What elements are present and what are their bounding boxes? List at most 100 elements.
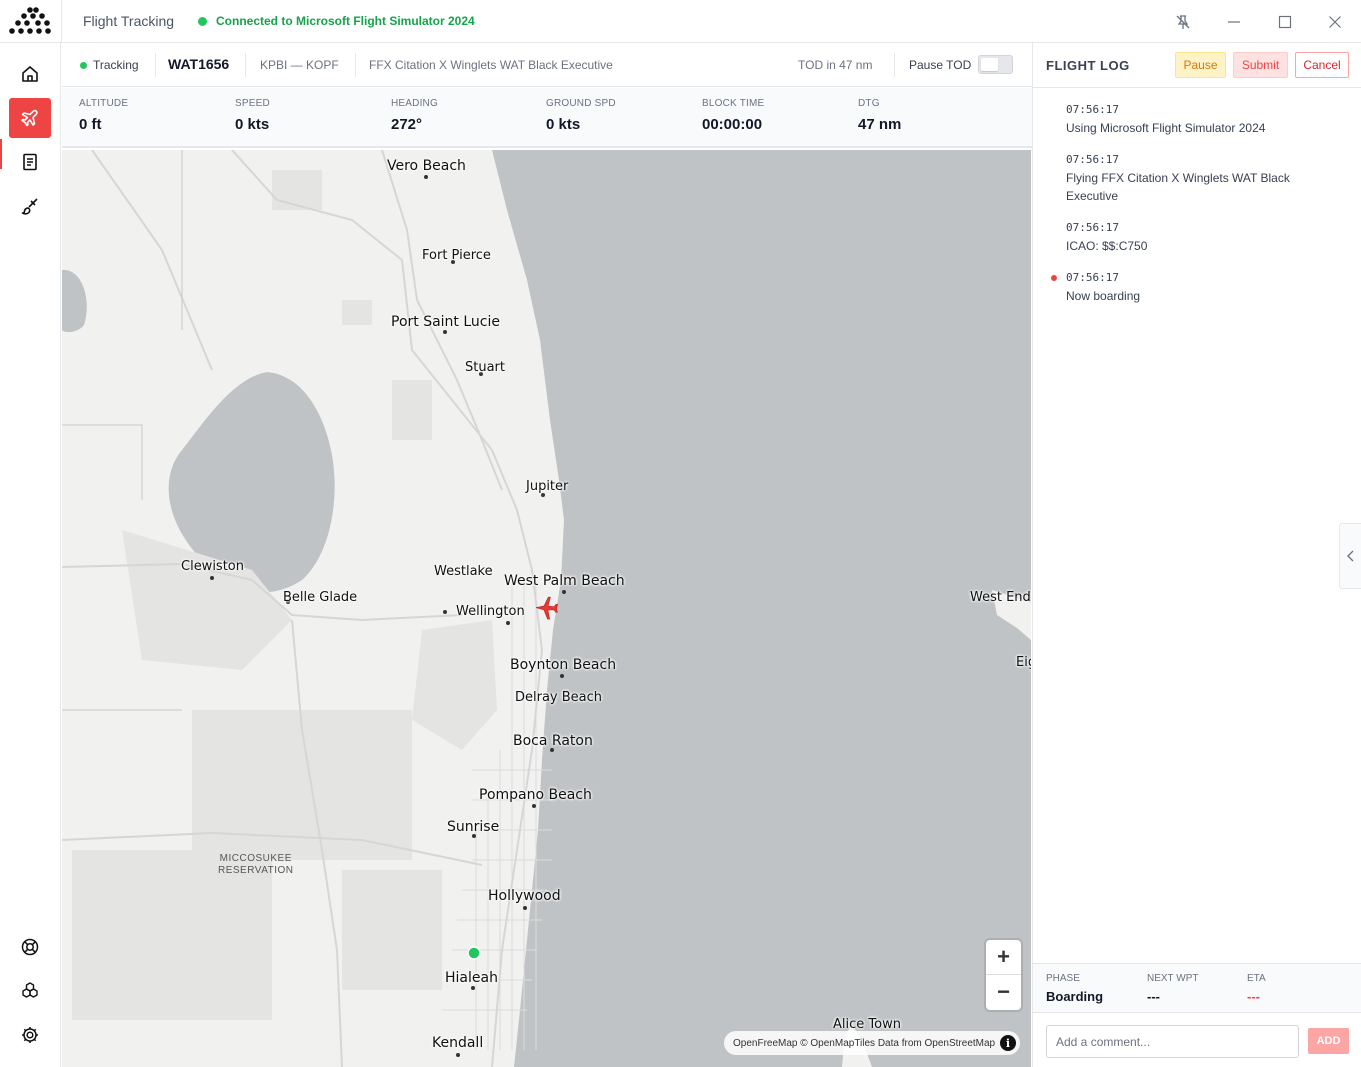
cancel-button[interactable]: Cancel — [1295, 52, 1349, 78]
stat-ground-speed: GROUND SPD 0 kts — [546, 98, 616, 133]
stat-altitude: ALTITUDE 0 ft — [79, 98, 128, 133]
phase-status: PHASE Boarding — [1046, 973, 1103, 1004]
map-label-miccosukee-reservation: MICCOSUKEE RESERVATION — [218, 853, 294, 877]
flight-stats: ALTITUDE 0 ft SPEED 0 kts HEADING 272° G… — [62, 88, 1032, 148]
log-entry: 07:56:17 ICAO: $$:C750 — [1066, 221, 1326, 255]
maximize-icon — [1278, 15, 1292, 28]
map-label-line: RESERVATION — [218, 865, 294, 876]
log-time: 07:56:17 — [1066, 271, 1119, 284]
map-label-west-end: West End — [970, 590, 1031, 605]
info-icon[interactable]: i — [1000, 1035, 1016, 1051]
collapse-panel-button[interactable] — [1339, 523, 1361, 589]
maximize-button[interactable] — [1262, 0, 1308, 43]
stat-label: BLOCK TIME — [702, 98, 765, 109]
map-label-hollywood: Hollywood — [488, 888, 561, 904]
stat-label: ALTITUDE — [79, 98, 129, 109]
title-bar: Flight Tracking Connected to Microsoft F… — [0, 0, 1361, 43]
log-message: Now boarding — [1066, 289, 1141, 303]
cubes-icon — [22, 982, 38, 998]
submit-button[interactable]: Submit — [1233, 52, 1288, 78]
pause-button[interactable]: Pause — [1175, 52, 1226, 78]
minimize-button[interactable] — [1211, 0, 1257, 43]
stat-label: DTG — [858, 98, 880, 109]
gear-icon — [22, 1027, 38, 1043]
map-label-vero-beach: Vero Beach — [387, 158, 466, 174]
stat-block-time: BLOCK TIME 00:00:00 — [702, 98, 764, 133]
log-time: 07:56:17 — [1066, 221, 1119, 234]
map-label-clewiston: Clewiston — [181, 559, 244, 574]
map-label-boynton-beach: Boynton Beach — [510, 657, 617, 673]
zoom-in-button[interactable]: + — [986, 940, 1021, 974]
eta: ETA --- — [1247, 973, 1266, 1004]
log-message: Using Microsoft Flight Simulator 2024 — [1066, 121, 1266, 135]
home-icon — [22, 66, 38, 82]
close-button[interactable] — [1312, 0, 1358, 43]
log-entry: 07:56:17 Flying FFX Citation X Winglets … — [1066, 153, 1326, 205]
toggle-knob — [981, 58, 998, 71]
map-label-hialeah: Hialeah — [445, 970, 498, 986]
log-time: 07:56:17 — [1066, 103, 1119, 116]
stat-label: HEADING — [391, 98, 438, 109]
app-title: Flight Tracking — [83, 13, 175, 29]
map-label-jupiter: Jupiter — [526, 479, 569, 494]
book-icon — [23, 153, 37, 171]
plane-icon — [21, 109, 38, 127]
callsign: WAT1656 — [168, 56, 230, 72]
log-time: 07:56:17 — [1066, 153, 1119, 166]
map-label-pompano-beach: Pompano Beach — [479, 787, 592, 803]
pause-tod-label: Pause TOD — [909, 58, 972, 72]
sidebar-item-settings[interactable] — [9, 1015, 51, 1055]
pause-tod-toggle[interactable] — [978, 55, 1013, 74]
next-waypoint: NEXT WPT --- — [1147, 973, 1198, 1004]
log-entry: 07:56:17 Using Microsoft Flight Simulato… — [1066, 103, 1326, 137]
current-entry-dot-icon — [1051, 275, 1057, 281]
sidebar-item-addons[interactable] — [9, 971, 51, 1011]
map-label-line: MICCOSUKEE — [219, 853, 292, 864]
flight-info-bar: Tracking WAT1656 KPBI — KOPF FFX Citatio… — [62, 43, 1032, 87]
sidebar-item-flight-tracking[interactable] — [9, 98, 51, 138]
sidebar-item-home[interactable] — [9, 54, 51, 94]
stat-value: 00:00:00 — [702, 116, 763, 133]
lifebuoy-icon — [21, 938, 39, 956]
map-label-stuart: Stuart — [465, 360, 505, 375]
tod-distance: TOD in 47 nm — [798, 58, 873, 72]
pin-off-button[interactable] — [1160, 0, 1206, 43]
stat-heading: HEADING 272° — [391, 98, 438, 133]
map-attribution: OpenFreeMap © OpenMapTiles Data from Ope… — [724, 1031, 1020, 1055]
divider — [355, 53, 356, 77]
flight-map[interactable]: Vero Beach Fort Pierce Port Saint Lucie … — [62, 150, 1031, 1067]
map-label-eight-mile-rock: Eig — [1016, 655, 1031, 670]
divider — [155, 53, 156, 77]
sidebar-item-logbook[interactable] — [9, 142, 51, 182]
map-label-fort-pierce: Fort Pierce — [422, 248, 491, 263]
connection-status-text: Connected to Microsoft Flight Simulator … — [216, 14, 475, 28]
add-comment-button[interactable]: ADD — [1308, 1028, 1349, 1054]
tracking-label: Tracking — [93, 58, 139, 72]
map-zoom-controls: + − — [986, 940, 1021, 1010]
app-logo — [9, 7, 51, 34]
chevron-left-icon — [1347, 550, 1354, 562]
sidebar-item-support[interactable] — [9, 927, 51, 967]
eta-value: --- — [1247, 989, 1260, 1004]
tracking-dot-icon — [80, 62, 87, 69]
sidebar-item-liveries[interactable] — [9, 186, 51, 226]
route: KPBI — KOPF — [260, 58, 339, 72]
stat-value: 0 ft — [79, 116, 102, 133]
stat-speed: SPEED 0 kts — [235, 98, 270, 133]
active-nav-indicator — [0, 139, 2, 169]
log-entry: 07:56:17 Now boarding — [1051, 271, 1326, 305]
stat-value: 272° — [391, 116, 423, 133]
divider — [894, 53, 895, 77]
sidebar-nav — [0, 43, 61, 1067]
close-icon — [1329, 15, 1341, 28]
map-base — [62, 150, 1031, 1067]
connection-dot-icon — [198, 16, 207, 26]
phase-bar: PHASE Boarding NEXT WPT --- ETA --- — [1033, 963, 1361, 1013]
stat-value: 0 kts — [235, 116, 270, 133]
zoom-out-button[interactable]: − — [986, 974, 1021, 1008]
comment-input[interactable] — [1046, 1025, 1299, 1058]
eta-label: ETA — [1247, 973, 1266, 984]
destination-marker — [467, 946, 481, 960]
map-label-alice-town: Alice Town — [833, 1017, 901, 1032]
attribution-text[interactable]: OpenFreeMap © OpenMapTiles Data from Ope… — [733, 1038, 995, 1049]
